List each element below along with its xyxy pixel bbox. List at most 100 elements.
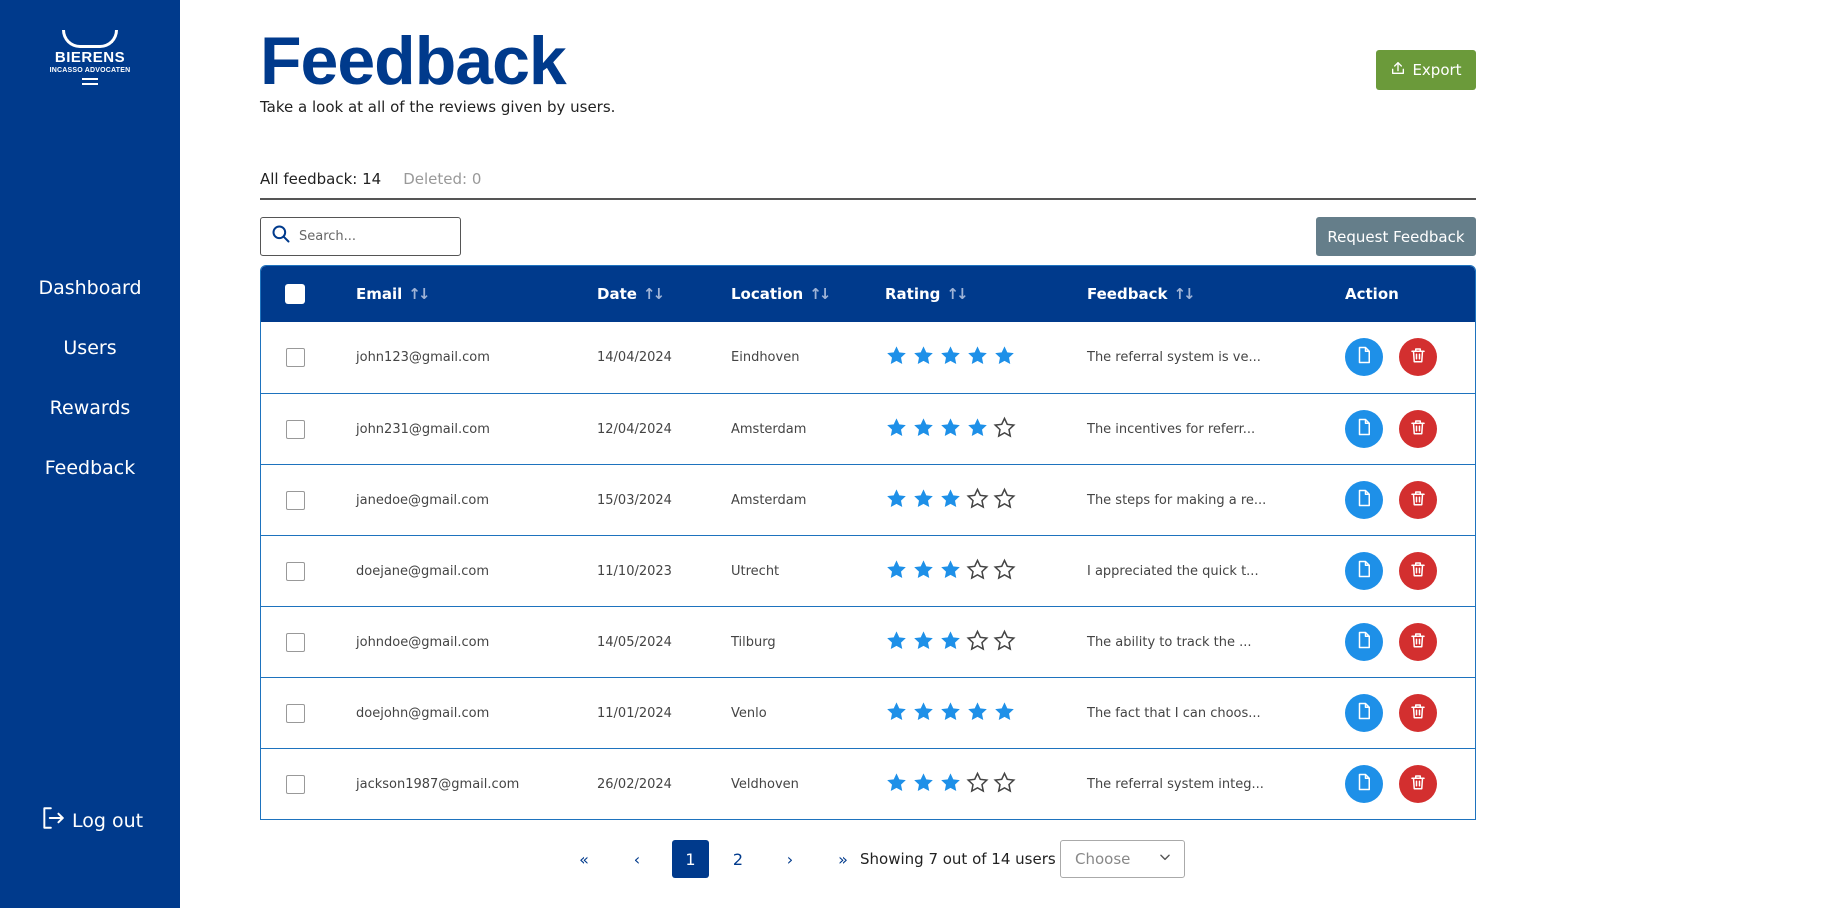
brand-tagline: INCASSO ADVOCATEN <box>49 67 131 74</box>
table-row: doejohn@gmail.com 11/01/2024 Venlo The fact… <box>261 677 1475 748</box>
sidebar-item-dashboard[interactable]: Dashboard <box>0 268 180 328</box>
star-empty-icon <box>993 771 1016 798</box>
row-checkbox[interactable] <box>286 704 305 723</box>
search-icon <box>271 224 291 249</box>
tab-all-feedback[interactable]: All feedback: 14 <box>260 168 381 198</box>
logout-button[interactable]: Log out <box>40 805 143 836</box>
col-feedback-label: Feedback <box>1087 285 1168 303</box>
sort-icon[interactable]: ↑↓ <box>1173 285 1195 303</box>
request-feedback-button[interactable]: Request Feedback <box>1316 217 1476 256</box>
row-checkbox[interactable] <box>286 775 305 794</box>
select-all-checkbox[interactable] <box>285 284 305 304</box>
star-filled-icon <box>885 771 908 798</box>
page-button-2[interactable]: 2 <box>726 840 750 878</box>
row-checkbox[interactable] <box>286 420 305 439</box>
sidebar-item-users[interactable]: Users <box>0 328 180 388</box>
row-checkbox[interactable] <box>286 562 305 581</box>
trash-icon <box>1409 560 1427 582</box>
email-cell: doejane@gmail.com <box>356 563 490 579</box>
sort-icon[interactable]: ↑↓ <box>946 285 968 303</box>
page-size-select[interactable]: Choose <box>1060 840 1185 878</box>
star-filled-icon <box>885 487 908 514</box>
date-cell: 14/05/2024 <box>597 634 672 650</box>
star-empty-icon <box>966 558 989 585</box>
view-button[interactable] <box>1345 623 1383 661</box>
view-button[interactable] <box>1345 481 1383 519</box>
next-page-button[interactable]: › <box>778 840 802 878</box>
brand-name: BIERENS <box>54 49 126 66</box>
document-icon <box>1355 489 1373 511</box>
star-filled-icon <box>912 558 935 585</box>
delete-button[interactable] <box>1399 694 1437 732</box>
feedback-table: Email ↑↓ Date ↑↓ Location ↑↓ Rating ↑↓ F… <box>260 265 1476 820</box>
delete-button[interactable] <box>1399 481 1437 519</box>
tab-deleted[interactable]: Deleted: 0 <box>403 168 481 198</box>
star-filled-icon <box>912 771 935 798</box>
table-body: john123@gmail.com 14/04/2024 Eindhoven The … <box>261 322 1475 819</box>
page-button-1[interactable]: 1 <box>672 840 709 878</box>
document-icon <box>1355 702 1373 724</box>
trash-icon <box>1409 418 1427 440</box>
document-icon <box>1355 560 1373 582</box>
view-button[interactable] <box>1345 765 1383 803</box>
view-button[interactable] <box>1345 338 1383 376</box>
delete-button[interactable] <box>1399 410 1437 448</box>
view-button[interactable] <box>1345 410 1383 448</box>
star-filled-icon <box>912 487 935 514</box>
upload-icon <box>1390 60 1406 80</box>
rating-stars <box>885 487 1016 514</box>
document-icon <box>1355 346 1373 368</box>
star-empty-icon <box>993 416 1016 443</box>
location-cell: Tilburg <box>731 634 776 650</box>
export-label: Export <box>1412 61 1462 79</box>
sidebar-nav: Dashboard Users Rewards Feedback <box>0 268 180 508</box>
prev-page-button[interactable]: ‹ <box>625 840 649 878</box>
brand-logo[interactable]: BIERENS INCASSO ADVOCATEN <box>0 30 180 88</box>
delete-button[interactable] <box>1399 623 1437 661</box>
sort-icon[interactable]: ↑↓ <box>643 285 665 303</box>
row-checkbox[interactable] <box>286 348 305 367</box>
col-location: Location ↑↓ <box>731 266 831 322</box>
star-filled-icon <box>966 344 989 371</box>
sidebar-item-rewards[interactable]: Rewards <box>0 388 180 448</box>
star-empty-icon <box>966 487 989 514</box>
logout-label: Log out <box>72 809 144 832</box>
rating-cell <box>885 394 1016 464</box>
col-action-label: Action <box>1345 285 1399 303</box>
feedback-cell: The ability to track the ... <box>1087 634 1252 650</box>
row-checkbox[interactable] <box>286 491 305 510</box>
col-location-label: Location <box>731 285 804 303</box>
first-page-button[interactable]: « <box>572 840 596 878</box>
star-empty-icon <box>993 558 1016 585</box>
trash-icon <box>1409 346 1427 368</box>
sidebar-item-feedback[interactable]: Feedback <box>0 448 180 508</box>
view-button[interactable] <box>1345 552 1383 590</box>
rating-cell <box>885 322 1016 392</box>
col-action: Action <box>1345 266 1399 322</box>
star-filled-icon <box>939 416 962 443</box>
rating-stars <box>885 629 1016 656</box>
delete-button[interactable] <box>1399 552 1437 590</box>
date-cell: 14/04/2024 <box>597 349 672 365</box>
rating-cell <box>885 465 1016 535</box>
view-button[interactable] <box>1345 694 1383 732</box>
delete-button[interactable] <box>1399 765 1437 803</box>
logout-icon <box>40 805 66 836</box>
search-input[interactable] <box>299 229 449 244</box>
sort-icon[interactable]: ↑↓ <box>408 285 430 303</box>
date-cell: 11/10/2023 <box>597 563 672 579</box>
row-checkbox[interactable] <box>286 633 305 652</box>
document-icon <box>1355 631 1373 653</box>
star-empty-icon <box>993 487 1016 514</box>
delete-button[interactable] <box>1399 338 1437 376</box>
email-cell: john123@gmail.com <box>356 349 490 365</box>
star-filled-icon <box>939 558 962 585</box>
sort-icon[interactable]: ↑↓ <box>809 285 831 303</box>
export-button[interactable]: Export <box>1376 50 1476 90</box>
app-root: BIERENS INCASSO ADVOCATEN Dashboard User… <box>0 0 1840 908</box>
star-filled-icon <box>912 344 935 371</box>
star-filled-icon <box>993 344 1016 371</box>
location-cell: Venlo <box>731 705 767 721</box>
last-page-button[interactable]: » <box>831 840 855 878</box>
trash-icon <box>1409 631 1427 653</box>
